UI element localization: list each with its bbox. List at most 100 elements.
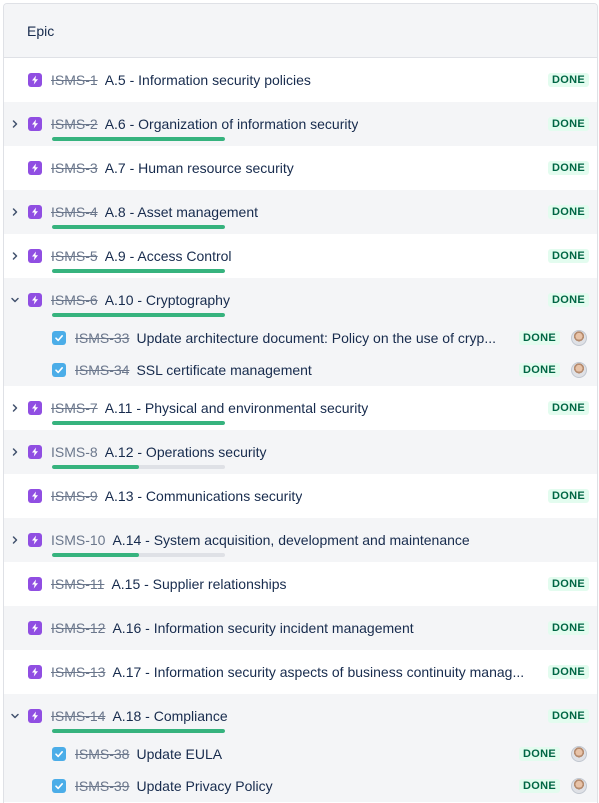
issue-key-link[interactable]: ISMS-39	[75, 778, 129, 794]
chevron-right-icon[interactable]	[9, 206, 21, 218]
epic-icon	[28, 533, 42, 547]
status-badge: DONE	[548, 161, 589, 175]
issue-key-link[interactable]: ISMS-1	[51, 72, 98, 88]
epic-icon	[28, 249, 42, 263]
epic-row[interactable]: ISMS-13 A.17 - Information security aspec…	[4, 650, 597, 694]
chevron-down-icon[interactable]	[9, 294, 21, 306]
epic-row[interactable]: ISMS-14 A.18 - Compliance DONE	[4, 694, 597, 738]
epic-row[interactable]: ISMS-2 A.6 - Organization of information …	[4, 102, 597, 146]
issue-key-link[interactable]: ISMS-5	[51, 248, 98, 264]
issue-summary[interactable]: A.9 - Access Control	[105, 248, 232, 264]
issue-key-link[interactable]: ISMS-13	[51, 664, 105, 680]
epic-row[interactable]: ISMS-1 A.5 - Information security policie…	[4, 58, 597, 102]
epic-progress-bar	[52, 313, 225, 317]
issue-summary[interactable]: A.7 - Human resource security	[105, 160, 294, 176]
epic-row[interactable]: ISMS-3 A.7 - Human resource security DONE	[4, 146, 597, 190]
issue-key-link[interactable]: ISMS-4	[51, 204, 98, 220]
issue-key-link[interactable]: ISMS-38	[75, 746, 129, 762]
issue-summary[interactable]: Update EULA	[136, 746, 222, 762]
issue-summary[interactable]: A.14 - System acquisition, development a…	[112, 532, 469, 548]
epic-rows: ISMS-1 A.5 - Information security policie…	[4, 58, 597, 802]
epic-progress-bar	[52, 729, 225, 733]
status-badge: DONE	[548, 401, 589, 415]
status-badge: DONE	[519, 779, 560, 793]
status-badge: DONE	[548, 489, 589, 503]
epic-progress-bar	[52, 421, 225, 425]
issue-summary[interactable]: A.10 - Cryptography	[105, 292, 230, 308]
child-issue-row[interactable]: ISMS-38 Update EULA DONE	[4, 738, 597, 770]
status-badge: DONE	[548, 249, 589, 263]
issue-key-link[interactable]: ISMS-9	[51, 488, 98, 504]
issue-key-link[interactable]: ISMS-34	[75, 362, 129, 378]
issue-key-link[interactable]: ISMS-7	[51, 400, 98, 416]
epic-row[interactable]: ISMS-10 A.14 - System acquisition, develo…	[4, 518, 597, 562]
issue-key-link[interactable]: ISMS-14	[51, 708, 105, 724]
issue-summary[interactable]: A.11 - Physical and environmental securi…	[105, 400, 369, 416]
status-badge: DONE	[548, 621, 589, 635]
issue-summary[interactable]: A.18 - Compliance	[112, 708, 227, 724]
issue-key-link[interactable]: ISMS-10	[51, 532, 105, 548]
epic-row[interactable]: ISMS-12 A.16 - Information security incid…	[4, 606, 597, 650]
epic-row[interactable]: ISMS-9 A.13 - Communications security DONE	[4, 474, 597, 518]
issue-key-link[interactable]: ISMS-11	[51, 576, 104, 592]
issue-key-link[interactable]: ISMS-33	[75, 330, 129, 346]
epic-progress-fill	[52, 313, 225, 317]
issue-summary[interactable]: A.16 - Information security incident man…	[112, 620, 413, 636]
epic-row[interactable]: ISMS-8 A.12 - Operations security	[4, 430, 597, 474]
issue-key-link[interactable]: ISMS-8	[51, 444, 98, 460]
issue-summary[interactable]: A.15 - Supplier relationships	[111, 576, 286, 592]
task-check-icon	[52, 331, 66, 345]
child-issue-row[interactable]: ISMS-34 SSL certificate management DONE	[4, 354, 597, 386]
assignee-avatar[interactable]	[571, 362, 587, 378]
epic-progress-fill	[52, 465, 139, 469]
status-badge: DONE	[548, 73, 589, 87]
issue-key-link[interactable]: ISMS-6	[51, 292, 98, 308]
issue-key-link[interactable]: ISMS-12	[51, 620, 105, 636]
epic-progress-bar	[52, 553, 225, 557]
issue-summary[interactable]: Update Privacy Policy	[136, 778, 272, 794]
issue-summary[interactable]: A.13 - Communications security	[105, 488, 303, 504]
task-check-icon	[52, 779, 66, 793]
issue-summary[interactable]: A.12 - Operations security	[105, 444, 267, 460]
epic-progress-fill	[52, 421, 225, 425]
epic-icon	[28, 445, 42, 459]
child-issue-row[interactable]: ISMS-39 Update Privacy Policy DONE	[4, 770, 597, 802]
chevron-down-icon[interactable]	[9, 710, 21, 722]
assignee-avatar[interactable]	[571, 330, 587, 346]
epic-icon	[28, 117, 42, 131]
epic-row[interactable]: ISMS-11 A.15 - Supplier relationships DONE	[4, 562, 597, 606]
child-issue-row[interactable]: ISMS-33 Update architecture document: Pol…	[4, 322, 597, 354]
status-badge: DONE	[519, 331, 560, 345]
assignee-avatar[interactable]	[571, 778, 587, 794]
issue-summary[interactable]: Update architecture document: Policy on …	[136, 330, 496, 346]
epic-row[interactable]: ISMS-6 A.10 - Cryptography DONE	[4, 278, 597, 322]
epic-progress-bar	[52, 225, 225, 229]
chevron-right-icon[interactable]	[9, 118, 21, 130]
epic-row[interactable]: ISMS-7 A.11 - Physical and environmental …	[4, 386, 597, 430]
task-check-icon	[52, 363, 66, 377]
epic-icon	[28, 577, 42, 591]
issue-summary[interactable]: A.17 - Information security aspects of b…	[112, 664, 524, 680]
chevron-right-icon[interactable]	[9, 402, 21, 414]
issue-key-link[interactable]: ISMS-3	[51, 160, 98, 176]
issue-summary[interactable]: A.5 - Information security policies	[105, 72, 311, 88]
assignee-avatar[interactable]	[571, 746, 587, 762]
issue-summary[interactable]: SSL certificate management	[136, 362, 311, 378]
issue-summary[interactable]: A.6 - Organization of information securi…	[105, 116, 359, 132]
epic-row[interactable]: ISMS-4 A.8 - Asset management DONE	[4, 190, 597, 234]
epic-icon	[28, 401, 42, 415]
status-badge: DONE	[548, 577, 589, 591]
epic-progress-fill	[52, 729, 225, 733]
task-check-icon	[52, 747, 66, 761]
epic-icon	[28, 621, 42, 635]
epic-progress-bar	[52, 269, 225, 273]
epic-row[interactable]: ISMS-5 A.9 - Access Control DONE	[4, 234, 597, 278]
epic-icon	[28, 73, 42, 87]
issue-key-link[interactable]: ISMS-2	[51, 116, 98, 132]
chevron-right-icon[interactable]	[9, 250, 21, 262]
chevron-right-icon[interactable]	[9, 446, 21, 458]
chevron-right-icon[interactable]	[9, 534, 21, 546]
epic-progress-fill	[52, 269, 225, 273]
epic-icon	[28, 161, 42, 175]
issue-summary[interactable]: A.8 - Asset management	[105, 204, 258, 220]
